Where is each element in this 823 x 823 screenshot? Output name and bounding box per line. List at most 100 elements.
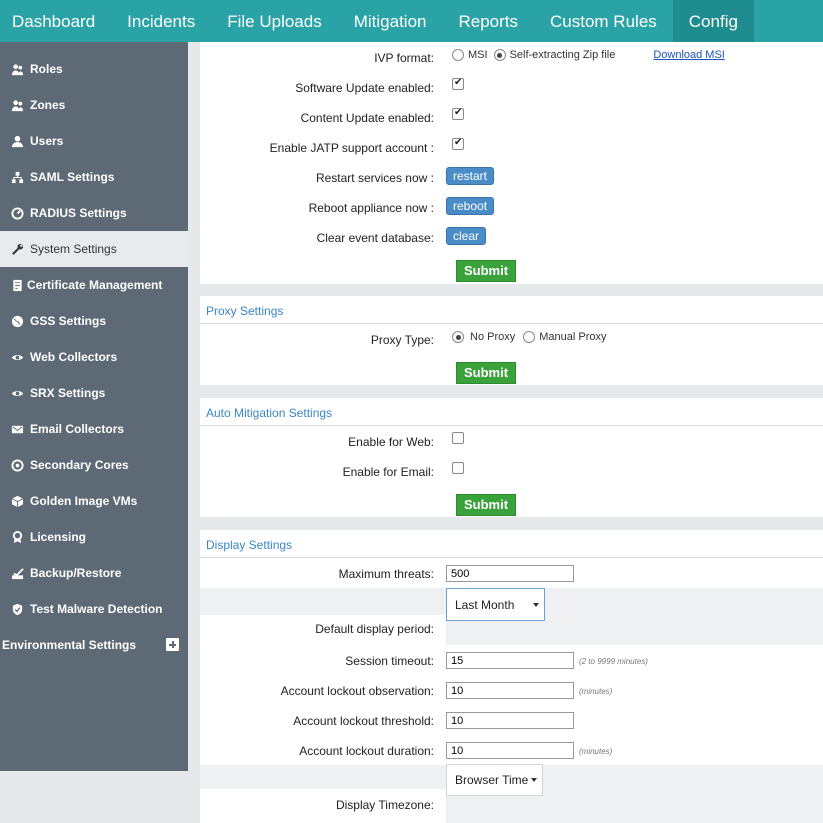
clear-button[interactable]: clear <box>446 227 487 245</box>
sidebar-item-gss-settings[interactable]: GSS Settings <box>0 303 188 339</box>
eye-icon <box>11 351 24 364</box>
restart-services-label: Restart services now : <box>315 171 434 185</box>
reboot-button[interactable]: reboot <box>446 197 495 215</box>
chevron-down-icon <box>533 602 539 607</box>
restart-button[interactable]: restart <box>446 167 495 185</box>
session-timeout-label: Session timeout: <box>345 654 434 668</box>
system-submit-button[interactable]: Submit <box>456 260 517 282</box>
lockout-duration-hint: (minutes) <box>579 747 613 756</box>
sidebar-item-users[interactable]: Users <box>0 123 188 159</box>
download-msi-link[interactable]: Download MSI <box>653 49 725 61</box>
tab-file-uploads[interactable]: File Uploads <box>211 0 338 42</box>
sidebar-item-label: Secondary Cores <box>30 458 129 472</box>
ivp-zip-radio[interactable] <box>493 49 506 61</box>
jatp-support-checkbox[interactable] <box>452 137 464 150</box>
sidebar-item-saml-settings[interactable]: SAML Settings <box>0 159 188 195</box>
enable-email-checkbox[interactable] <box>452 462 464 474</box>
sidebar-item-roles[interactable]: Roles <box>0 51 188 87</box>
saml-icon <box>11 171 24 184</box>
timezone-row: Display Timezone: <box>200 789 446 823</box>
sidebar-item-label: Backup/Restore <box>30 566 122 580</box>
sidebar-item-zones[interactable]: Zones <box>0 87 188 123</box>
reboot-appliance-label: Reboot appliance now : <box>308 201 434 215</box>
auto-mitigation-title: Auto Mitigation Settings <box>206 406 333 420</box>
display-settings-panel: Display Settings Maximum threats: Last M… <box>200 530 823 823</box>
ivp-msi-radio[interactable] <box>452 49 464 61</box>
no-proxy-radio[interactable] <box>452 331 464 343</box>
sidebar-item-label: Environmental Settings <box>2 638 137 652</box>
lockout-threshold-input[interactable] <box>446 712 574 729</box>
timezone-value: Browser Time <box>455 773 529 787</box>
sidebar-item-label: Web Collectors <box>30 350 118 364</box>
timezone-label: Display Timezone: <box>335 798 434 812</box>
jatp-support-label: Enable JATP support account : <box>269 141 434 155</box>
sidebar-item-srx-settings[interactable]: SRX Settings <box>0 375 188 411</box>
sidebar-item-test-malware-detection[interactable]: Test Malware Detection <box>0 591 188 627</box>
proxy-settings-panel: Proxy Settings Proxy Type: No Proxy Manu… <box>200 296 823 385</box>
mitigation-submit-button[interactable]: Submit <box>456 494 517 516</box>
ivp-zip-label: Self-extracting Zip file <box>509 49 616 61</box>
timezone-dropdown[interactable]: Browser Time <box>446 764 543 796</box>
proxy-submit-button[interactable]: Submit <box>456 362 517 384</box>
lockout-duration-input[interactable] <box>446 742 574 759</box>
sidebar-item-label: SAML Settings <box>30 170 115 184</box>
tab-custom-rules[interactable]: Custom Rules <box>534 0 673 42</box>
sidebar-item-label: Zones <box>30 98 66 112</box>
backup-icon <box>11 567 24 580</box>
manual-proxy-radio[interactable] <box>523 331 536 343</box>
lockout-observation-hint: (minutes) <box>579 687 613 696</box>
session-timeout-row: Session timeout: (2 to 9999 minutes) <box>200 645 823 675</box>
sidebar-item-licensing[interactable]: Licensing <box>0 519 188 555</box>
main-content: IVP format: MSI Self-extracting Zip file… <box>200 42 823 823</box>
sidebar-item-web-collectors[interactable]: Web Collectors <box>0 339 188 375</box>
ivp-format-group: MSI Self-extracting Zip file Download MS… <box>452 49 725 61</box>
zones-icon <box>11 99 24 112</box>
content-update-checkbox[interactable] <box>452 107 464 120</box>
sidebar-item-label: Email Collectors <box>30 422 125 436</box>
session-timeout-input[interactable] <box>446 652 574 669</box>
sidebar-item-email-collectors[interactable]: Email Collectors <box>0 411 188 447</box>
display-period-dropdown[interactable]: Last Month <box>446 588 545 621</box>
sidebar-item-label: System Settings <box>30 242 117 256</box>
enable-web-checkbox[interactable] <box>452 432 464 444</box>
software-update-checkbox[interactable] <box>452 77 464 90</box>
shield-icon <box>11 603 24 616</box>
wrench-icon <box>11 243 24 256</box>
cores-icon <box>11 458 24 472</box>
max-threats-input[interactable] <box>446 565 574 582</box>
sidebar-item-radius-settings[interactable]: RADIUS Settings <box>0 195 188 231</box>
display-settings-title: Display Settings <box>206 538 293 552</box>
lockout-observation-row: Account lockout observation: (minutes) <box>200 675 823 705</box>
lockout-threshold-label: Account lockout threshold: <box>293 714 434 728</box>
globe-icon <box>11 315 24 328</box>
tab-config[interactable]: Config <box>672 0 754 42</box>
system-settings-panel: IVP format: MSI Self-extracting Zip file… <box>200 42 823 284</box>
sidebar-item-certificate-management[interactable]: Certificate Management <box>0 267 188 303</box>
clear-event-db-label: Clear event database: <box>316 231 434 245</box>
enable-email-label: Enable for Email: <box>342 465 434 479</box>
sidebar-item-label: Licensing <box>30 530 87 544</box>
content-update-label: Content Update enabled: <box>300 111 434 125</box>
display-period-row: Default display period: <box>200 615 446 645</box>
expand-plus-icon[interactable] <box>166 638 179 651</box>
tab-incidents[interactable]: Incidents <box>111 0 211 42</box>
sidebar-item-secondary-cores[interactable]: Secondary Cores <box>0 447 188 483</box>
tab-dashboard[interactable]: Dashboard <box>0 0 111 42</box>
proxy-settings-title: Proxy Settings <box>206 304 284 318</box>
sidebar-item-label: Certificate Management <box>27 278 163 292</box>
lockout-threshold-row: Account lockout threshold: <box>200 705 823 735</box>
sidebar-item-golden-image-vms[interactable]: Golden Image VMs <box>0 483 188 519</box>
sidebar-item-label: Roles <box>30 62 63 76</box>
lockout-observation-input[interactable] <box>446 682 574 699</box>
radius-icon <box>11 206 24 220</box>
sidebar-item-backup-restore[interactable]: Backup/Restore <box>0 555 188 591</box>
sidebar-item-label: Golden Image VMs <box>30 494 138 508</box>
sidebar-item-system-settings[interactable]: System Settings <box>0 231 188 267</box>
sidebar-item-environmental-settings[interactable]: Environmental Settings <box>0 627 188 663</box>
certificate-icon <box>11 279 24 292</box>
lockout-duration-label: Account lockout duration: <box>299 744 434 758</box>
tab-mitigation[interactable]: Mitigation <box>338 0 443 42</box>
roles-icon <box>11 63 24 76</box>
tab-reports[interactable]: Reports <box>442 0 534 42</box>
users-icon <box>11 135 24 148</box>
